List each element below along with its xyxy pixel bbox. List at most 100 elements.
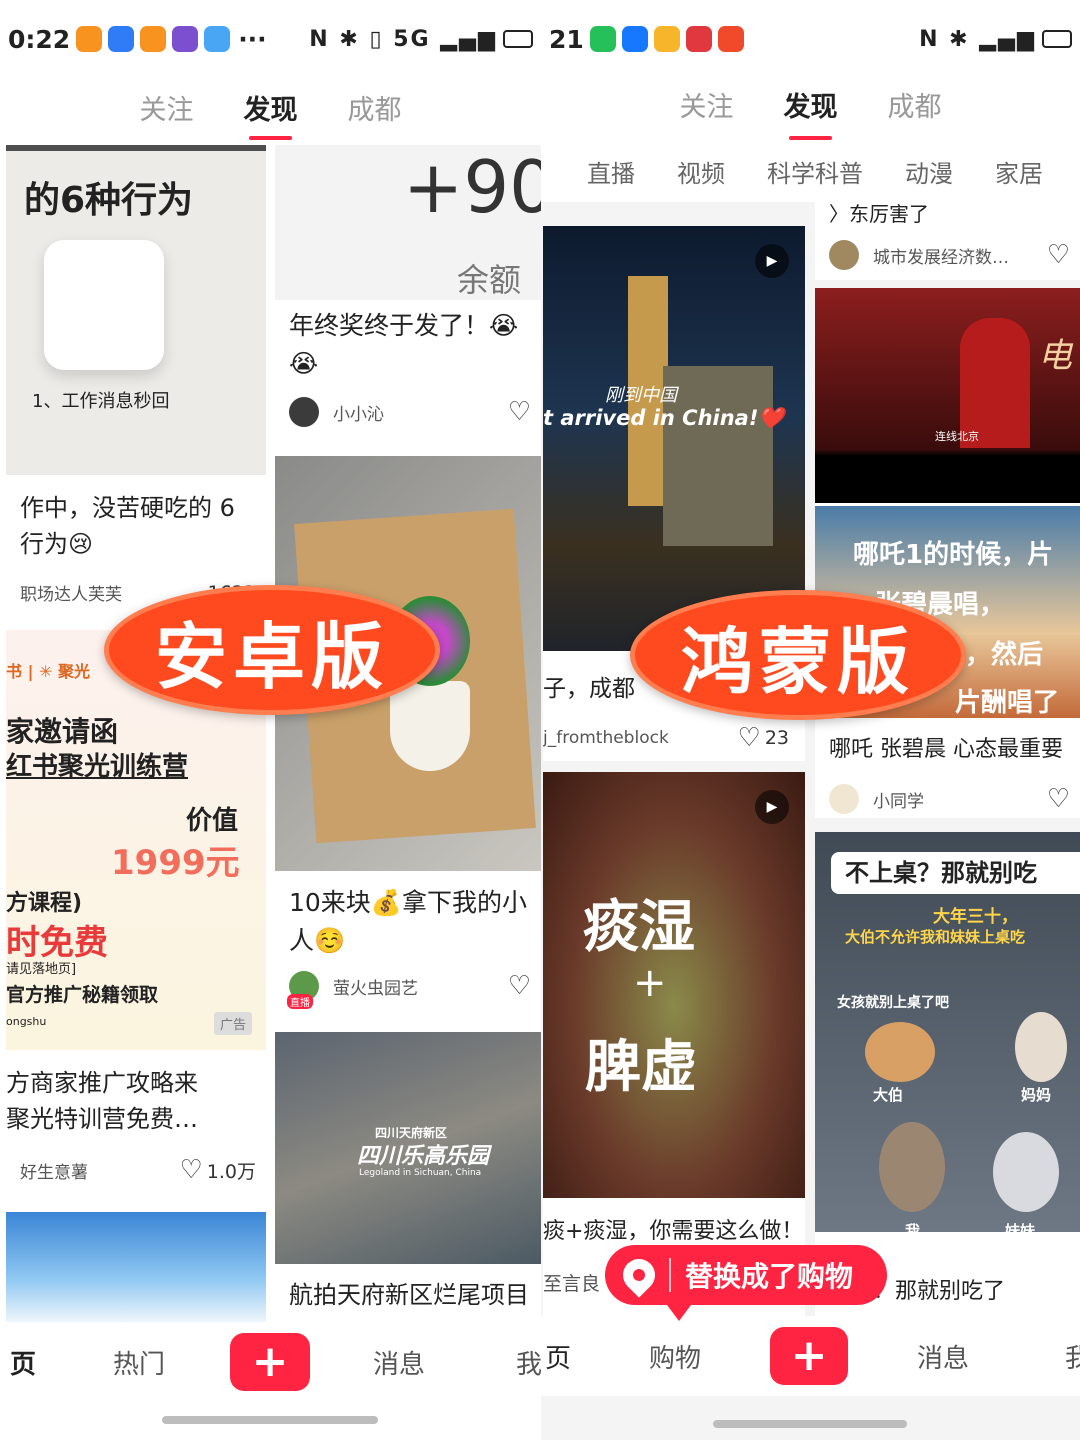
- video-card[interactable]: ▶ 痰湿 + 脾虚 痰+痰湿，你需要这么做！ 至言良: [543, 772, 805, 1322]
- tab-follow[interactable]: 关注: [680, 75, 734, 140]
- like-button[interactable]: ♡: [508, 397, 531, 427]
- tab-home[interactable]: 页: [545, 1338, 571, 1375]
- author-name[interactable]: 小小沁: [333, 400, 384, 425]
- taobao-icon: [717, 26, 744, 52]
- status-icons: N ✱ ▯ 5G ▂▄▆: [309, 27, 533, 52]
- category-chips: 直播 视频 科学科普 动漫 家居: [541, 140, 1080, 202]
- tab-shop[interactable]: 购物: [649, 1338, 701, 1375]
- avatar[interactable]: [829, 784, 859, 814]
- live-badge: 直播: [287, 994, 313, 1009]
- card-image: 的6种行为 1、工作消息秒回: [6, 145, 266, 475]
- chip-anime[interactable]: 动漫: [905, 154, 953, 189]
- app-icon: [172, 26, 199, 52]
- battery-icon: [1042, 30, 1072, 48]
- harmonyos-screen: 21 N ✱ ▂▄▆ 关注 发现 成都 直播 视频 科学科普 动漫 家居 〉东厉…: [541, 0, 1080, 1440]
- tab-discover[interactable]: 发现: [244, 78, 298, 140]
- bottom-tab-bar: 页 购物 + 消息 我: [541, 1316, 1080, 1396]
- feed-card[interactable]: [6, 1212, 266, 1322]
- author-name[interactable]: 城市发展经济数…: [873, 243, 1009, 268]
- card-image: ▶ 刚到中国 t arrived in China!❤️: [543, 226, 805, 651]
- card-caption: 哪吒 张碧晨 心态最重要: [829, 737, 1063, 762]
- card-meta: 小同学 ♡: [829, 784, 1070, 814]
- card-caption: 〉东厉害了: [829, 202, 929, 226]
- author-name[interactable]: 职场达人芙芙: [20, 580, 122, 605]
- heart-icon: ♡: [737, 723, 761, 753]
- home-indicator: [162, 1416, 378, 1424]
- app-icon: [204, 26, 231, 52]
- avatar[interactable]: [829, 240, 859, 270]
- tab-discover[interactable]: 发现: [784, 75, 838, 140]
- publish-button[interactable]: +: [770, 1327, 848, 1385]
- card-meta: j_fromtheblock ♡ 23: [543, 723, 795, 753]
- ad-tag: 广告: [213, 1012, 252, 1035]
- avatar[interactable]: 直播: [287, 971, 319, 1009]
- author-name[interactable]: 至言良: [543, 1269, 600, 1296]
- card-image: 四川天府新区 四川乐高乐园 Legoland in Sichuan, China: [275, 1032, 541, 1264]
- app-icon: [653, 26, 680, 52]
- tab-home[interactable]: 页: [10, 1344, 36, 1381]
- card-caption: 年终奖终于发了！😭 😭: [289, 311, 519, 378]
- tab-city[interactable]: 成都: [348, 78, 402, 140]
- earbuds-case: [44, 240, 164, 370]
- author-name[interactable]: 小同学: [873, 787, 924, 812]
- cat-image: [1015, 1012, 1067, 1082]
- tab-me[interactable]: 我: [516, 1344, 541, 1381]
- heart-icon: ♡: [1046, 784, 1070, 814]
- location-pin-icon: [616, 1252, 662, 1298]
- card-caption: 航拍天府新区烂尾项目: [289, 1281, 529, 1309]
- status-icons: N ✱ ▂▄▆: [919, 27, 1072, 52]
- chip-live[interactable]: 直播: [587, 154, 635, 189]
- status-bar: 21 N ✱ ▂▄▆: [541, 0, 1080, 78]
- author-name[interactable]: 萤火虫园艺: [333, 974, 418, 999]
- android-version-label: 安卓版: [104, 585, 440, 715]
- tab-follow[interactable]: 关注: [140, 78, 194, 140]
- like-button[interactable]: ♡: [508, 971, 531, 1001]
- card-caption: 作中，没苦硬吃的 6 行为😢: [20, 494, 235, 558]
- tab-city[interactable]: 成都: [888, 75, 942, 140]
- card-caption: 方商家推广攻略来 聚光特训营免费…: [6, 1069, 198, 1133]
- flower-vase: [390, 681, 470, 771]
- chip-video[interactable]: 视频: [677, 154, 725, 189]
- avatar[interactable]: [289, 397, 319, 427]
- publish-button[interactable]: +: [230, 1333, 310, 1391]
- bottom-tab-bar: 页 热门 + 消息 我: [0, 1322, 541, 1402]
- feed-card[interactable]: 的6种行为 1、工作消息秒回 作中，没苦硬吃的 6 行为😢 职场达人芙芙 162…: [6, 145, 266, 625]
- card-meta: 好生意薯 ♡ 1.0万: [20, 1155, 256, 1185]
- feed-card[interactable]: 10来块💰拿下我的小 人☺️ 直播 萤火虫园艺 ♡: [275, 456, 541, 1022]
- feed-card[interactable]: +90 余额 年终奖终于发了！😭 😭 小小沁 ♡: [275, 145, 541, 445]
- play-icon: ▶: [755, 790, 789, 824]
- video-card[interactable]: 电 连线北京 哪吒1的时候，片 张碧晨唱， ，然后 片酬唱了 哪吒 张碧晨 心态…: [815, 288, 1080, 818]
- like-button[interactable]: ♡: [1047, 240, 1070, 270]
- card-caption: 10来块💰拿下我的小 人☺️: [289, 888, 527, 955]
- card-image: 不上桌？那就别吃 大年三十， 大伯不允许我和妹妹上桌吃 女孩就别上桌了吧 大伯 …: [815, 832, 1080, 1232]
- app-icon: [108, 26, 135, 52]
- shop-callout: 替换成了购物: [605, 1245, 887, 1321]
- author-name[interactable]: 好生意薯: [20, 1158, 88, 1183]
- tab-messages[interactable]: 消息: [373, 1344, 425, 1381]
- android-screen: 0:22 ··· N ✱ ▯ 5G ▂▄▆ 关注 发现 成都 的6种行为 1、工…: [0, 0, 541, 1440]
- top-nav: 关注 发现 成都: [0, 78, 541, 140]
- author-name[interactable]: j_fromtheblock: [543, 728, 669, 748]
- like-button[interactable]: ♡ 23: [738, 723, 790, 753]
- app-icon: [685, 26, 712, 52]
- app-icon: [140, 26, 167, 52]
- status-more: ···: [238, 24, 267, 54]
- chip-science[interactable]: 科学科普: [767, 154, 863, 189]
- card-image: ▶ 痰湿 + 脾虚: [543, 772, 805, 1198]
- ad-card[interactable]: 书 | ✳ 聚光 家邀请函 红书聚光训练营 价值 1999元 方课程) 时免费 …: [6, 630, 266, 1200]
- feed-card[interactable]: 〉东厉害了 城市发展经济数… ♡: [815, 200, 1080, 280]
- card-image: +90 余额: [275, 145, 541, 300]
- card-meta: 小小沁 ♡: [289, 397, 531, 427]
- feed-card[interactable]: 四川天府新区 四川乐高乐园 Legoland in Sichuan, China…: [275, 1032, 541, 1322]
- app-icon: [76, 26, 103, 52]
- skyscraper: [663, 366, 773, 546]
- alipay-icon: [621, 26, 648, 52]
- cat-image: [865, 1022, 935, 1082]
- like-button[interactable]: ♡ 1.0万: [179, 1155, 256, 1185]
- like-button[interactable]: ♡: [1047, 784, 1070, 814]
- tab-messages[interactable]: 消息: [917, 1338, 969, 1375]
- tab-me[interactable]: 我: [1065, 1338, 1080, 1375]
- tab-hot[interactable]: 热门: [113, 1344, 165, 1381]
- chip-home[interactable]: 家居: [995, 154, 1043, 189]
- wechat-icon: [589, 26, 616, 52]
